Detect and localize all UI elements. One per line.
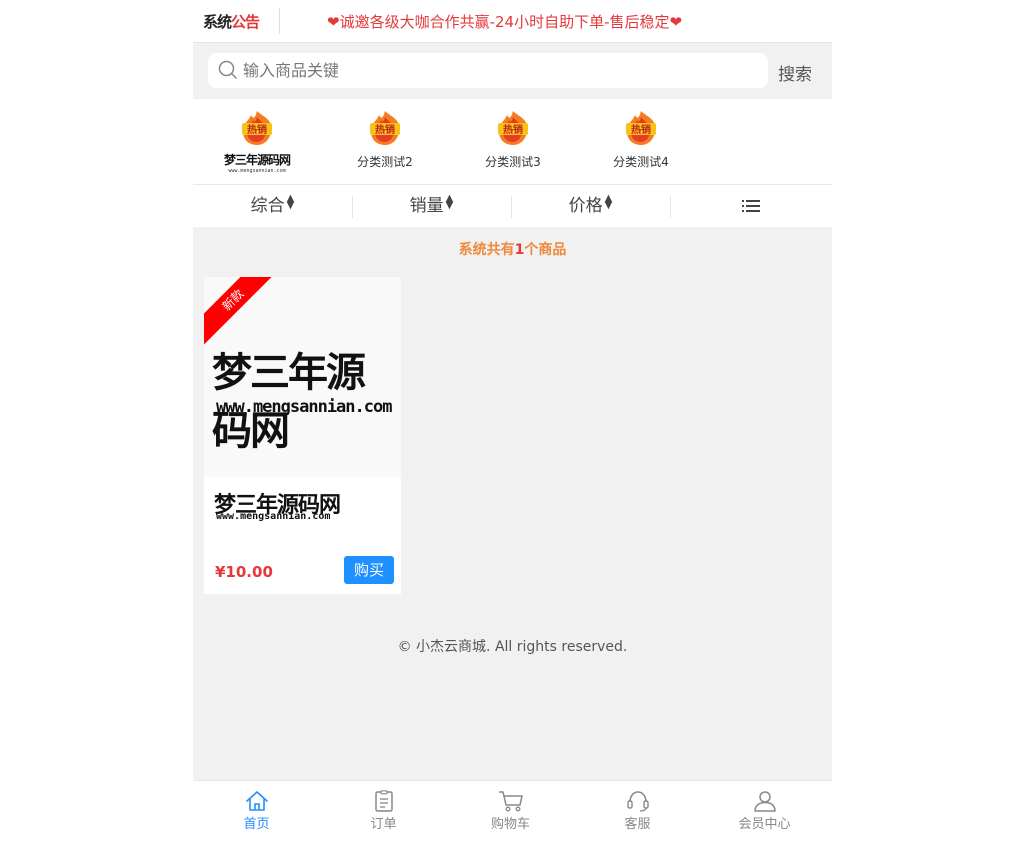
product-image[interactable]: 梦三年源码网 www.mengsannian.com 新款 [204, 277, 401, 477]
search-icon [218, 60, 237, 79]
tab-label: 首页 [243, 817, 270, 832]
notice-bar: 系统公告 ❤诚邀各级大咖合作共赢-24小时自助下单-售后稳定❤ [193, 0, 832, 43]
hot-badge-text: 热销 [503, 123, 523, 136]
order-icon [374, 790, 393, 812]
notice-logo-prefix: 系统 [203, 13, 232, 31]
notice-marquee: ❤诚邀各级大咖合作共赢-24小时自助下单-售后稳定❤ [327, 11, 682, 32]
category-label: 分类测试2 [357, 155, 413, 169]
tab-label: 购物车 [490, 817, 530, 832]
search-box[interactable] [208, 53, 768, 88]
category-item[interactable]: 热销 分类测试3 [468, 109, 558, 179]
category-label: 分类测试4 [613, 155, 669, 169]
sort-label: 销量 [409, 196, 444, 216]
new-ribbon-badge: 新款 [204, 277, 280, 347]
sort-arrows-icon: ▲ ▼ [604, 193, 613, 211]
tab-label: 客服 [624, 817, 651, 832]
product-title-url: www.mengsannian.com [216, 511, 331, 522]
bottom-tab-bar: 首页 订单 购物车 客服 会员中心 [193, 780, 832, 841]
list-icon [741, 200, 760, 212]
notice-divider [279, 8, 280, 34]
sort-price[interactable]: 价格 ▲ ▼ [511, 185, 670, 227]
hot-badge-text: 热销 [631, 123, 651, 136]
hot-badge-text: 热销 [247, 123, 267, 136]
count-suffix: 个商品 [524, 242, 567, 258]
product-card[interactable]: 梦三年源码网 www.mengsannian.com 新款 梦三年源码网 www… [204, 277, 401, 594]
tab-home[interactable]: 首页 [193, 781, 320, 841]
count-prefix: 系统共有 [458, 242, 515, 258]
sort-comprehensive[interactable]: 综合 ▲ ▼ [193, 185, 352, 227]
hot-sale-icon: 热销 [242, 111, 272, 145]
hot-badge-text: 热销 [375, 123, 395, 136]
tab-member-center[interactable]: 会员中心 [701, 781, 828, 841]
heart-icon: ❤ [669, 13, 683, 31]
sort-sales[interactable]: 销量 ▲ ▼ [352, 185, 511, 227]
product-price: ¥10.00 [215, 563, 273, 581]
home-icon [245, 791, 268, 811]
headset-icon [626, 791, 649, 812]
cart-icon [498, 791, 523, 812]
sort-label: 价格 [568, 196, 603, 216]
sort-bar: 综合 ▲ ▼ 销量 ▲ ▼ 价格 ▲ ▼ [193, 185, 832, 227]
copyright-footer: © 小杰云商城. All rights reserved. [397, 639, 628, 655]
product-count: 系统共有1个商品 [193, 239, 832, 259]
category-strip: 热销 梦三年源码网 www.mengsannian.com 热销 分类测试2 热… [193, 99, 832, 185]
tab-orders[interactable]: 订单 [320, 781, 447, 841]
hot-sale-icon: 热销 [626, 111, 656, 145]
hot-sale-icon: 热销 [370, 111, 400, 145]
tab-cart[interactable]: 购物车 [447, 781, 574, 841]
category-item[interactable]: 热销 分类测试4 [596, 109, 686, 179]
notice-text: 诚邀各级大咖合作共赢-24小时自助下单-售后稳定 [339, 13, 670, 31]
search-bar: 搜索 [193, 43, 832, 99]
notice-logo-suffix: 公告 [231, 13, 260, 31]
notice-logo: 系统公告 [203, 11, 260, 32]
tab-label: 订单 [370, 817, 397, 832]
hot-sale-icon: 热销 [498, 111, 528, 145]
buy-button[interactable]: 购买 [344, 556, 394, 584]
user-icon [753, 791, 776, 812]
layout-toggle-button[interactable] [671, 185, 830, 227]
search-input[interactable] [243, 59, 343, 81]
product-image-url: www.mengsannian.com [216, 397, 392, 417]
category-label: 分类测试3 [485, 155, 541, 169]
category-item[interactable]: 热销 梦三年源码网 www.mengsannian.com [212, 109, 302, 179]
sort-arrows-icon: ▲ ▼ [445, 193, 454, 211]
app-container: 系统公告 ❤诚邀各级大咖合作共赢-24小时自助下单-售后稳定❤ 搜索 热销 梦三… [193, 0, 832, 841]
category-logo-label: 梦三年源码网 [223, 153, 291, 167]
sort-arrows-icon: ▲ ▼ [286, 193, 295, 211]
tab-service[interactable]: 客服 [574, 781, 701, 841]
search-button[interactable]: 搜索 [778, 60, 812, 85]
category-item[interactable]: 热销 分类测试2 [340, 109, 430, 179]
count-number: 1 [514, 242, 525, 258]
heart-icon: ❤ [327, 13, 340, 31]
category-logo-sublabel: www.mengsannian.com [228, 168, 286, 174]
tab-label: 会员中心 [738, 817, 791, 832]
sort-label: 综合 [250, 196, 285, 216]
